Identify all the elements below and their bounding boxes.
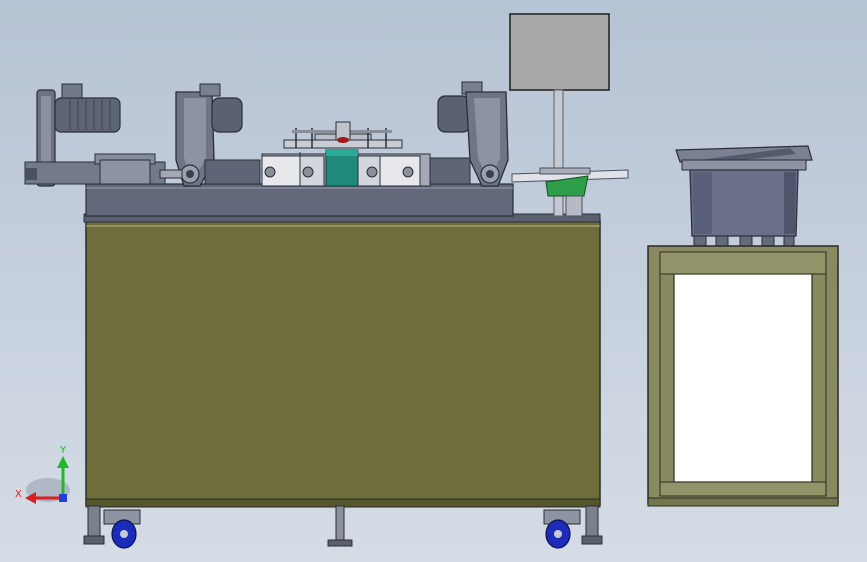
coordinate-triad: Y X [15,445,70,504]
cabinet-body [85,219,601,506]
center-leveling-foot [327,505,353,547]
stand-opening [673,273,813,483]
right-clamp-block [379,155,421,187]
left-motor-assembly [24,83,166,187]
left-arm-motor [211,97,243,133]
feeder-stand [647,245,839,507]
left-swing-arm [159,83,261,187]
right-swing-arm [429,81,509,187]
center-station [261,121,431,187]
x-axis-label: X [15,489,22,500]
y-axis-label: Y [59,445,67,456]
right-caster [543,505,603,549]
machine-base-plate [85,183,514,217]
bowl-feeder [675,145,813,247]
monitor-pole [553,89,564,217]
feed-chute [511,167,629,217]
z-axis-marker [59,494,67,502]
monitor-screen [509,13,610,91]
main-cabinet [83,213,601,508]
feeder-feet [693,235,795,247]
right-arm-motor [437,95,471,133]
cad-assembly-view: Y X [15,13,839,549]
left-caster [83,505,141,549]
